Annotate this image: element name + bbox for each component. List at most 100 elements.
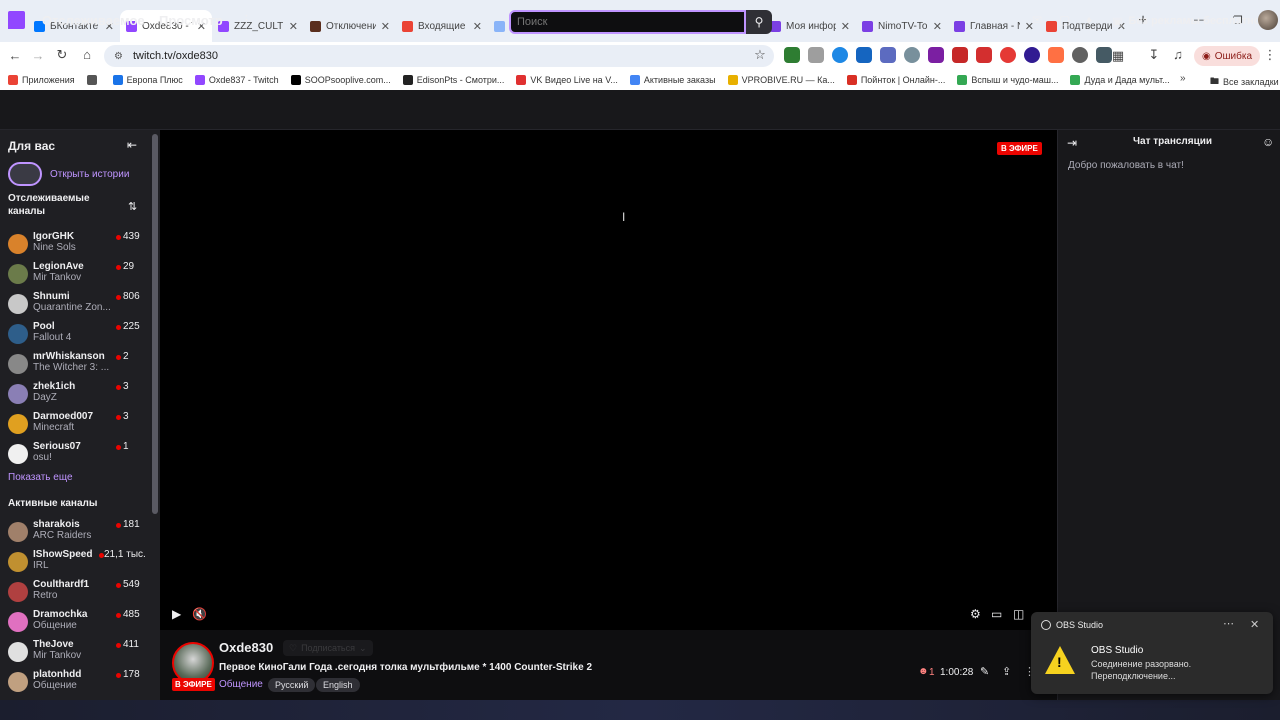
forward-arrow-icon[interactable]: → [26, 48, 50, 63]
sidebar-channel[interactable]: Serious07 osu! 1 [0, 440, 150, 470]
nav-following[interactable]: Отслеживаемое [42, 13, 145, 28]
no-ads-button[interactable]: ▣ Без рекламы бесплатно [1112, 11, 1261, 31]
bookmark-item[interactable]: SOOPsooplive.com... [290, 75, 391, 85]
tab-close-icon[interactable]: ✕ [289, 20, 298, 33]
extension-icon[interactable] [1000, 47, 1016, 63]
video-player[interactable] [160, 130, 1057, 630]
extension-icon[interactable] [784, 47, 800, 63]
browser-menu-icon[interactable]: ⋮ [1258, 47, 1280, 63]
extension-icon[interactable] [976, 47, 992, 63]
tab-close-icon[interactable]: ✕ [381, 20, 390, 33]
bookmark-item[interactable]: Пойнток | Онлайн-... [846, 75, 945, 85]
extension-icon[interactable] [1048, 47, 1064, 63]
extension-icon[interactable] [952, 47, 968, 63]
stream-category[interactable]: Общение [219, 679, 263, 690]
tag-pill[interactable]: Русский [268, 678, 316, 692]
extension-icon[interactable] [808, 47, 824, 63]
reload-icon[interactable]: ↻ [50, 47, 74, 63]
notification-close-icon[interactable]: ✕ [1250, 618, 1259, 631]
browser-tab[interactable]: Моя инфор ✕ [764, 10, 856, 42]
browser-tab[interactable]: Главная - N ✕ [948, 10, 1040, 42]
bookmark-label: Активные заказы [643, 75, 716, 85]
search-button[interactable]: ⚲ [746, 10, 772, 34]
bookmark-item[interactable]: Oxde837 - Twitch [194, 75, 279, 85]
extension-icon[interactable] [880, 47, 896, 63]
chat-users-icon[interactable]: ☺ [1262, 135, 1274, 149]
nav-browse[interactable]: Просмотр [159, 13, 223, 28]
settings-gear-icon[interactable]: ⚙ [970, 607, 981, 621]
sidebar-channel[interactable]: IShowSpeed IRL 21,1 тыс. [0, 548, 150, 578]
site-info-icon[interactable]: ⚙ [114, 51, 123, 62]
bookmark-item[interactable]: VK Видео Live на V... [516, 75, 618, 85]
follow-button[interactable]: ♡ Подписаться ⌄ [283, 640, 373, 656]
back-arrow-icon[interactable]: ← [3, 48, 27, 63]
download-icon[interactable]: ↧ [1142, 47, 1166, 63]
sort-icon[interactable]: ⇅ [128, 200, 137, 213]
profile-error-pill[interactable]: ◉ Ошибка [1194, 46, 1261, 66]
sidebar-channel[interactable]: Pool Fallout 4 225 [0, 320, 150, 350]
sidebar-channel[interactable]: zhek1ich DayZ 3 [0, 380, 150, 410]
collapse-chat-icon[interactable]: ⇥ [1067, 136, 1077, 150]
theatre-mode-icon[interactable]: ▭ [991, 607, 1002, 621]
sidebar-channel[interactable]: TheJove Mir Tankov 411 [0, 638, 150, 668]
tab-close-icon[interactable]: ✕ [933, 20, 942, 33]
tab-close-icon[interactable]: ✕ [473, 20, 482, 33]
collapse-sidebar-icon[interactable]: ⇤ [127, 138, 137, 152]
sidebar-channel[interactable]: Dramochka Общение 485 [0, 608, 150, 638]
play-icon[interactable]: ▶ [172, 607, 181, 621]
media-control-icon[interactable]: ♫ [1166, 47, 1190, 62]
extension-icon[interactable] [904, 47, 920, 63]
bookmark-item[interactable]: Приложения [8, 75, 75, 85]
extension-icon[interactable] [1072, 47, 1088, 63]
sidebar-channel[interactable]: sharakois ARC Raiders 181 [0, 518, 150, 548]
twitch-logo-icon[interactable] [8, 11, 25, 29]
sidebar-channel[interactable]: IgorGHK Nine Sols 439 [0, 230, 150, 260]
share-icon[interactable]: ⇪ [1002, 665, 1011, 678]
notification-more-icon[interactable]: ⋯ [1223, 617, 1234, 630]
live-dot-icon [116, 643, 121, 648]
sidebar-channel[interactable]: platonhdd Общение 178 [0, 668, 150, 698]
bookmark-item[interactable]: Активные заказы [629, 75, 716, 85]
sidebar-channel[interactable]: Coulthardf1 Retro 549 [0, 578, 150, 608]
search-input[interactable] [509, 10, 746, 34]
sidebar-channel[interactable]: Darmoed007 Minecraft 3 [0, 410, 150, 440]
url-bar[interactable]: ⚙ twitch.tv/oxde830 [104, 45, 774, 67]
more-options-icon[interactable]: ⋮ [240, 12, 253, 28]
extension-icon[interactable] [928, 47, 944, 63]
extension-icon[interactable] [832, 47, 848, 63]
mute-icon[interactable]: 🔇 [192, 607, 207, 621]
whispers-icon[interactable]: ▢ [1059, 13, 1070, 27]
extension-icon[interactable] [856, 47, 872, 63]
sidebar-scrollbar[interactable] [152, 134, 158, 514]
tag-pill[interactable]: English [316, 678, 360, 692]
user-avatar[interactable] [1258, 10, 1278, 30]
bookmark-item[interactable] [86, 75, 101, 85]
extensions-puzzle-icon[interactable]: ▦ [1106, 48, 1130, 64]
sidebar-channel[interactable]: Shnumi Quarantine Zon... 806 [0, 290, 150, 320]
show-more-link[interactable]: Показать еще [8, 472, 73, 483]
extension-icon[interactable] [1024, 47, 1040, 63]
sidebar-title: Для вас [8, 139, 56, 153]
browser-tab[interactable]: ZZZ_CULT - ✕ [212, 10, 304, 42]
browser-tab[interactable]: NimoTV-Top ✕ [856, 10, 948, 42]
bookmark-item[interactable]: EdisonPts - Смотри... [402, 75, 504, 85]
sidebar-channel[interactable]: mrWhiskanson The Witcher 3: ... 2 [0, 350, 150, 380]
open-stories-button[interactable]: Открыть истории [8, 162, 129, 186]
channel-name[interactable]: Oxde830 [219, 640, 273, 655]
sidebar-channel[interactable]: LegionAve Mir Tankov 29 [0, 260, 150, 290]
more-bookmarks-chevron-icon[interactable]: » [1180, 73, 1186, 84]
bookmark-item[interactable]: Вспыш и чудо-маш... [957, 75, 1058, 85]
crown-icon[interactable]: ♦ [1086, 13, 1092, 27]
inbox-icon[interactable]: ✉ [1032, 13, 1042, 27]
bookmark-item[interactable]: Дуда и Дада мульт... [1070, 75, 1170, 85]
browser-tab[interactable]: Отключени ✕ [304, 10, 396, 42]
bookmark-star-icon[interactable]: ☆ [748, 47, 772, 63]
all-bookmarks-button[interactable]: 🖿 Все закладки [1210, 74, 1279, 90]
bookmark-item[interactable]: Европа Плюс [112, 75, 183, 85]
browser-tab[interactable]: Входящие (✕ [396, 10, 488, 42]
home-icon[interactable]: ⌂ [75, 47, 99, 62]
edit-pencil-icon[interactable]: ✎ [980, 665, 989, 678]
bookmark-item[interactable]: VPROBIVE.RU — Ка... [727, 75, 835, 85]
fullscreen-icon[interactable]: ◫ [1013, 607, 1024, 621]
tab-close-icon[interactable]: ✕ [841, 20, 850, 33]
